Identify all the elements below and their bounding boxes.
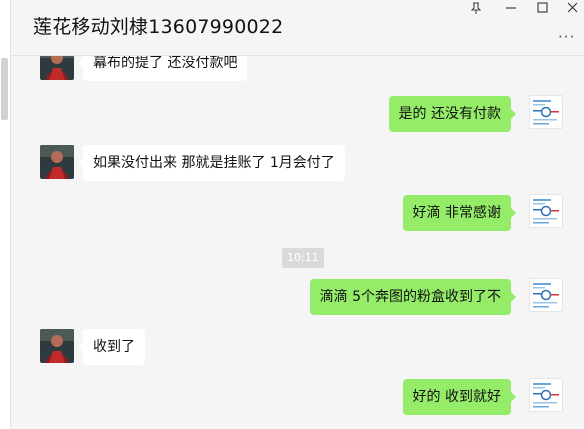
side-panel-edge [0,0,11,429]
chat-area[interactable]: 幕布的提了 还没付款吧 是的 还没有付款 如果没付出来 那就是挂账了 1月会付了… [11,56,584,429]
message-bubble[interactable]: 幕布的提了 还没付款吧 [77,56,248,81]
chat-title: 莲花移动刘棣13607990022 [33,16,284,38]
self-avatar[interactable] [529,278,563,312]
pin-icon[interactable] [470,2,482,15]
message-bubble[interactable]: 滴滴 5个奔图的粉盒收到了不 [309,279,517,315]
scrollbar-thumb[interactable] [1,58,8,120]
minimize-icon[interactable] [505,2,517,14]
self-avatar[interactable] [529,95,563,129]
close-icon[interactable] [567,2,578,13]
more-options-button[interactable]: ··· [558,28,575,46]
contact-avatar[interactable] [40,329,74,363]
contact-avatar[interactable] [40,145,74,179]
message-bubble[interactable]: 如果没付出来 那就是挂账了 1月会付了 [78,145,345,181]
title-bar: 莲花移动刘棣13607990022 [11,0,584,56]
message-bubble[interactable]: 好的 收到就好 [402,379,517,415]
message-bubble[interactable]: 是的 还没有付款 [388,96,517,132]
message-bubble[interactable]: 好滴 非常感谢 [402,195,517,231]
maximize-icon[interactable] [537,2,548,13]
message-bubble[interactable]: 收到了 [78,329,145,365]
self-avatar[interactable] [529,378,563,412]
timestamp-divider: 10:11 [282,248,324,268]
contact-avatar[interactable] [40,56,74,80]
self-avatar[interactable] [529,194,563,228]
